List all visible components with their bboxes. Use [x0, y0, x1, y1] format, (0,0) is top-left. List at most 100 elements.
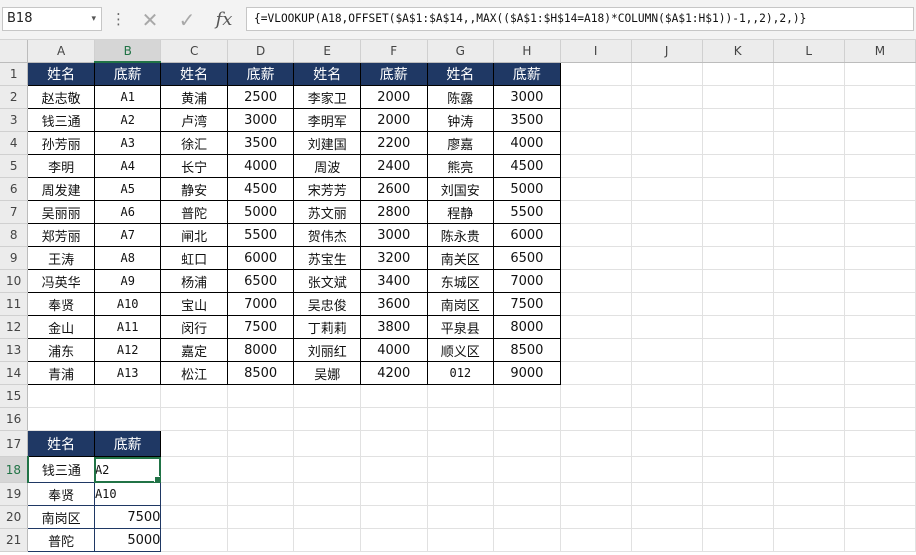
cell-B6[interactable]: A5 [93, 177, 162, 201]
cell-L9[interactable] [773, 246, 845, 270]
cell-I6[interactable] [560, 177, 632, 201]
cell-H2[interactable]: 3000 [493, 85, 561, 109]
cell-K1[interactable] [702, 62, 774, 86]
cell-H9[interactable]: 6500 [493, 246, 561, 270]
cell-A10[interactable]: 冯英华 [27, 269, 95, 293]
cell-J17[interactable] [631, 430, 703, 457]
cell-F8[interactable]: 3000 [360, 223, 428, 247]
cell-G8[interactable]: 陈永贵 [426, 223, 495, 247]
cell-F2[interactable]: 2000 [360, 85, 428, 109]
cell-M3[interactable] [844, 108, 916, 132]
cell-L16[interactable] [773, 407, 845, 431]
cell-G18[interactable] [427, 456, 495, 483]
cell-L17[interactable] [773, 430, 845, 457]
cell-E11[interactable]: 吴忠俊 [293, 292, 361, 316]
cell-F17[interactable] [360, 430, 428, 457]
cell-J9[interactable] [631, 246, 703, 270]
cell-E16[interactable] [293, 407, 361, 431]
cell-C10[interactable]: 杨浦 [160, 269, 228, 293]
cell-D2[interactable]: 2500 [226, 85, 295, 109]
cell-F4[interactable]: 2200 [360, 131, 428, 155]
cell-K3[interactable] [702, 108, 774, 132]
cell-F16[interactable] [360, 407, 428, 431]
cell-M1[interactable] [844, 62, 916, 86]
row-header-4[interactable]: 4 [0, 131, 29, 155]
cell-I16[interactable] [560, 407, 632, 431]
row-header-7[interactable]: 7 [0, 200, 29, 224]
cell-A1[interactable]: 姓名 [27, 61, 95, 86]
cell-F3[interactable]: 2000 [360, 108, 428, 132]
cell-G20[interactable] [427, 505, 495, 529]
cell-B7[interactable]: A6 [93, 200, 162, 224]
cell-H15[interactable] [493, 384, 561, 408]
cell-M21[interactable] [844, 528, 916, 552]
cell-K16[interactable] [702, 407, 774, 431]
cell-J10[interactable] [631, 269, 703, 293]
cell-D14[interactable]: 8500 [226, 361, 295, 385]
cell-G14[interactable]: 012 [426, 361, 495, 385]
row-header-11[interactable]: 11 [0, 292, 29, 316]
cell-H20[interactable] [493, 505, 561, 529]
row-header-8[interactable]: 8 [0, 223, 29, 247]
cell-B16[interactable] [94, 407, 162, 431]
cell-G21[interactable] [427, 528, 495, 552]
cell-L3[interactable] [773, 108, 845, 132]
cell-M6[interactable] [844, 177, 916, 201]
column-header-H[interactable]: H [493, 40, 561, 63]
cell-M16[interactable] [844, 407, 916, 431]
cell-M18[interactable] [844, 456, 916, 483]
cell-M19[interactable] [844, 482, 916, 506]
cell-A6[interactable]: 周发建 [27, 177, 95, 201]
cell-M11[interactable] [844, 292, 916, 316]
row-header-10[interactable]: 10 [0, 269, 29, 293]
cell-A14[interactable]: 青浦 [27, 361, 95, 385]
cell-I5[interactable] [560, 154, 632, 178]
cell-G17[interactable] [427, 430, 495, 457]
cell-F1[interactable]: 底薪 [360, 61, 428, 86]
cell-J18[interactable] [631, 456, 703, 483]
row-header-18[interactable]: 18 [0, 456, 29, 483]
cell-A2[interactable]: 赵志敬 [27, 85, 95, 109]
cell-H4[interactable]: 4000 [493, 131, 561, 155]
cell-L1[interactable] [773, 62, 845, 86]
cell-L18[interactable] [773, 456, 845, 483]
cell-A12[interactable]: 金山 [27, 315, 95, 339]
cell-J13[interactable] [631, 338, 703, 362]
cell-I11[interactable] [560, 292, 632, 316]
cell-F12[interactable]: 3800 [360, 315, 428, 339]
cell-D1[interactable]: 底薪 [226, 61, 295, 86]
cell-E14[interactable]: 吴娜 [293, 361, 361, 385]
cell-E19[interactable] [293, 482, 361, 506]
cell-J6[interactable] [631, 177, 703, 201]
row-header-13[interactable]: 13 [0, 338, 29, 362]
cell-M17[interactable] [844, 430, 916, 457]
cell-K17[interactable] [702, 430, 774, 457]
row-header-21[interactable]: 21 [0, 528, 29, 552]
column-header-C[interactable]: C [160, 40, 228, 63]
cell-E12[interactable]: 丁莉莉 [293, 315, 361, 339]
cell-E7[interactable]: 苏文丽 [293, 200, 361, 224]
cell-M7[interactable] [844, 200, 916, 224]
row-header-14[interactable]: 14 [0, 361, 29, 385]
row-header-16[interactable]: 16 [0, 407, 29, 431]
cell-M20[interactable] [844, 505, 916, 529]
cell-K5[interactable] [702, 154, 774, 178]
cell-D19[interactable] [227, 482, 295, 506]
cell-D5[interactable]: 4000 [226, 154, 295, 178]
cell-A16[interactable] [27, 407, 95, 431]
cell-H18[interactable] [493, 456, 561, 483]
cell-K2[interactable] [702, 85, 774, 109]
cell-I7[interactable] [560, 200, 632, 224]
cell-B15[interactable] [94, 384, 162, 408]
cell-D13[interactable]: 8000 [226, 338, 295, 362]
column-header-E[interactable]: E [293, 40, 361, 63]
row-header-3[interactable]: 3 [0, 108, 29, 132]
cell-J11[interactable] [631, 292, 703, 316]
cell-A7[interactable]: 吴丽丽 [27, 200, 95, 224]
cell-J15[interactable] [631, 384, 703, 408]
row-header-17[interactable]: 17 [0, 430, 29, 457]
cell-H19[interactable] [493, 482, 561, 506]
cell-A11[interactable]: 奉贤 [27, 292, 95, 316]
cell-I8[interactable] [560, 223, 632, 247]
cell-J16[interactable] [631, 407, 703, 431]
